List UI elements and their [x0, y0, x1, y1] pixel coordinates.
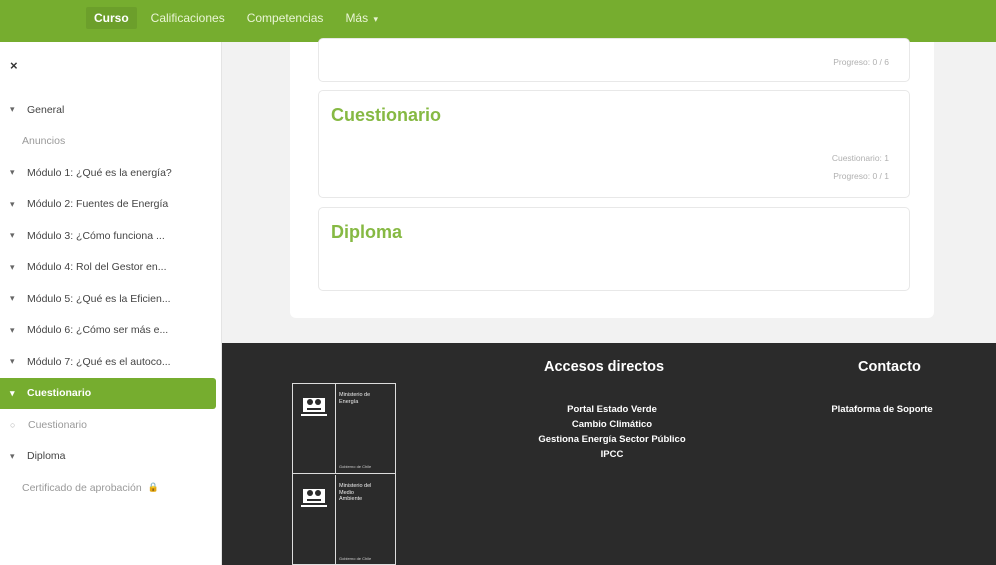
- footer-link-gestiona-energia[interactable]: Gestiona Energía Sector Público: [512, 432, 712, 447]
- contact-title: Contacto: [858, 359, 921, 375]
- close-icon[interactable]: ×: [10, 58, 18, 73]
- logo-divider: [335, 384, 336, 473]
- chile-emblem-icon: [301, 489, 327, 507]
- course-index-label: Módulo 6: ¿Cómo ser más e...: [27, 324, 169, 337]
- course-index-section-module-6[interactable]: ▾ Módulo 6: ¿Cómo ser más e...: [0, 315, 222, 347]
- course-index-label: Módulo 4: Rol del Gestor en...: [27, 261, 167, 274]
- logo-line: Ambiente: [339, 496, 363, 502]
- chevron-down-icon[interactable]: ▾: [10, 104, 22, 115]
- course-section-diploma: Diploma: [318, 207, 910, 291]
- course-index-label: Módulo 2: Fuentes de Energía: [27, 198, 169, 211]
- shortcuts-title: Accesos directos: [544, 359, 665, 375]
- course-index-list: ▾ General Anuncios ▾ Módulo 1: ¿Qué es l…: [0, 94, 222, 504]
- footer-link-estado-verde[interactable]: Portal Estado Verde: [512, 402, 712, 417]
- shortcuts-links: Portal Estado Verde Cambio Climático Ges…: [512, 402, 712, 462]
- course-index-section-module-3[interactable]: ▾ Módulo 3: ¿Cómo funciona ...: [0, 220, 222, 252]
- course-index-drawer: × ▾ General Anuncios ▾ Módulo 1: ¿Qué es…: [0, 42, 222, 565]
- footer-link-support[interactable]: Plataforma de Soporte: [802, 402, 962, 417]
- logo-line: Energía: [339, 398, 359, 405]
- course-index-label: Diploma: [27, 450, 66, 463]
- chevron-down-icon[interactable]: ▾: [10, 356, 22, 367]
- course-index-activity-quiz[interactable]: ○ Cuestionario: [0, 409, 222, 441]
- nav-tab-more-label: Más: [345, 11, 369, 25]
- section-title[interactable]: Diploma: [331, 222, 402, 243]
- section-title[interactable]: Cuestionario: [331, 105, 441, 126]
- nav-tab-competencies[interactable]: Competencias: [239, 7, 332, 29]
- course-index-label: Certificado de aprobación: [22, 481, 142, 494]
- incomplete-circle-icon: ○: [10, 419, 16, 430]
- site-footer: Ministerio de Energía Gobierno de Chile …: [222, 343, 996, 565]
- course-nav: Curso Calificaciones Competencias Más ▾: [86, 0, 386, 36]
- lock-icon: 🔒: [147, 482, 159, 493]
- chevron-down-icon: ▾: [373, 14, 378, 24]
- course-index-section-module-1[interactable]: ▾ Módulo 1: ¿Qué es la energía?: [0, 157, 222, 189]
- contact-links: Plataforma de Soporte: [802, 402, 962, 417]
- course-index-label: Anuncios: [22, 135, 66, 148]
- logo-divider: [335, 475, 336, 564]
- course-index-section-module-5[interactable]: ▾ Módulo 5: ¿Qué es la Eficien...: [0, 283, 222, 315]
- chevron-down-icon[interactable]: ▾: [10, 262, 22, 273]
- course-index-activity-certificate[interactable]: Certificado de aprobación 🔒: [0, 472, 222, 504]
- chevron-down-icon[interactable]: ▾: [10, 451, 22, 462]
- course-index-label: Cuestionario: [27, 387, 92, 400]
- nav-tab-grades[interactable]: Calificaciones: [143, 7, 233, 29]
- course-index-section-module-7[interactable]: ▾ Módulo 7: ¿Qué es el autoco...: [0, 346, 222, 378]
- course-index-section-quiz[interactable]: ▾ Cuestionario: [0, 377, 216, 409]
- course-section-previous: Progreso: 0 / 6: [318, 38, 910, 82]
- logo-caption: Gobierno de Chile: [339, 464, 372, 469]
- chevron-down-icon[interactable]: ▾: [10, 199, 22, 210]
- course-index-label: Módulo 1: ¿Qué es la energía?: [27, 166, 172, 179]
- course-content-card: Progreso: 0 / 6 Cuestionario Cuestionari…: [290, 38, 934, 318]
- course-index-activity-announcements[interactable]: Anuncios: [0, 126, 222, 158]
- course-index-label: Módulo 7: ¿Qué es el autoco...: [27, 355, 171, 368]
- course-index-label: Módulo 3: ¿Cómo funciona ...: [27, 229, 165, 242]
- section-activity-count: Cuestionario: 1: [831, 153, 889, 163]
- course-section-quiz: Cuestionario Cuestionario: 1 Progreso: 0…: [318, 90, 910, 198]
- course-index-label: General: [27, 103, 65, 116]
- nav-tab-more[interactable]: Más ▾: [337, 7, 386, 29]
- footer-link-ipcc[interactable]: IPCC: [512, 447, 712, 462]
- course-content-area: Progreso: 0 / 6 Cuestionario Cuestionari…: [222, 38, 996, 343]
- course-index-label: Cuestionario: [28, 418, 87, 431]
- ministry-environment-logo: Ministerio del Medio Ambiente Gobierno d…: [293, 475, 395, 565]
- chile-emblem-icon: [301, 398, 327, 416]
- nav-tab-course[interactable]: Curso: [86, 7, 137, 29]
- chevron-down-icon[interactable]: ▾: [10, 388, 22, 399]
- logo-text: Ministerio del Medio Ambiente: [339, 483, 391, 503]
- chevron-down-icon[interactable]: ▾: [10, 230, 22, 241]
- logo-text: Ministerio de Energía: [339, 392, 391, 405]
- course-index-section-module-4[interactable]: ▾ Módulo 4: Rol del Gestor en...: [0, 252, 222, 284]
- chevron-down-icon[interactable]: ▾: [10, 167, 22, 178]
- government-logos: Ministerio de Energía Gobierno de Chile …: [292, 383, 396, 565]
- course-index-label: Módulo 5: ¿Qué es la Eficien...: [27, 292, 171, 305]
- course-index-section-diploma[interactable]: ▾ Diploma: [0, 441, 222, 473]
- section-progress: Progreso: 0 / 1: [833, 171, 889, 181]
- section-progress: Progreso: 0 / 6: [833, 57, 889, 67]
- chevron-down-icon[interactable]: ▾: [10, 293, 22, 304]
- logo-caption: Gobierno de Chile: [339, 556, 372, 561]
- ministry-energy-logo: Ministerio de Energía Gobierno de Chile: [293, 384, 395, 474]
- footer-link-cambio-climatico[interactable]: Cambio Climático: [512, 417, 712, 432]
- course-index-section-general[interactable]: ▾ General: [0, 94, 222, 126]
- course-index-section-module-2[interactable]: ▾ Módulo 2: Fuentes de Energía: [0, 189, 222, 221]
- chevron-down-icon[interactable]: ▾: [10, 325, 22, 336]
- top-navbar: Curso Calificaciones Competencias Más ▾: [0, 0, 996, 42]
